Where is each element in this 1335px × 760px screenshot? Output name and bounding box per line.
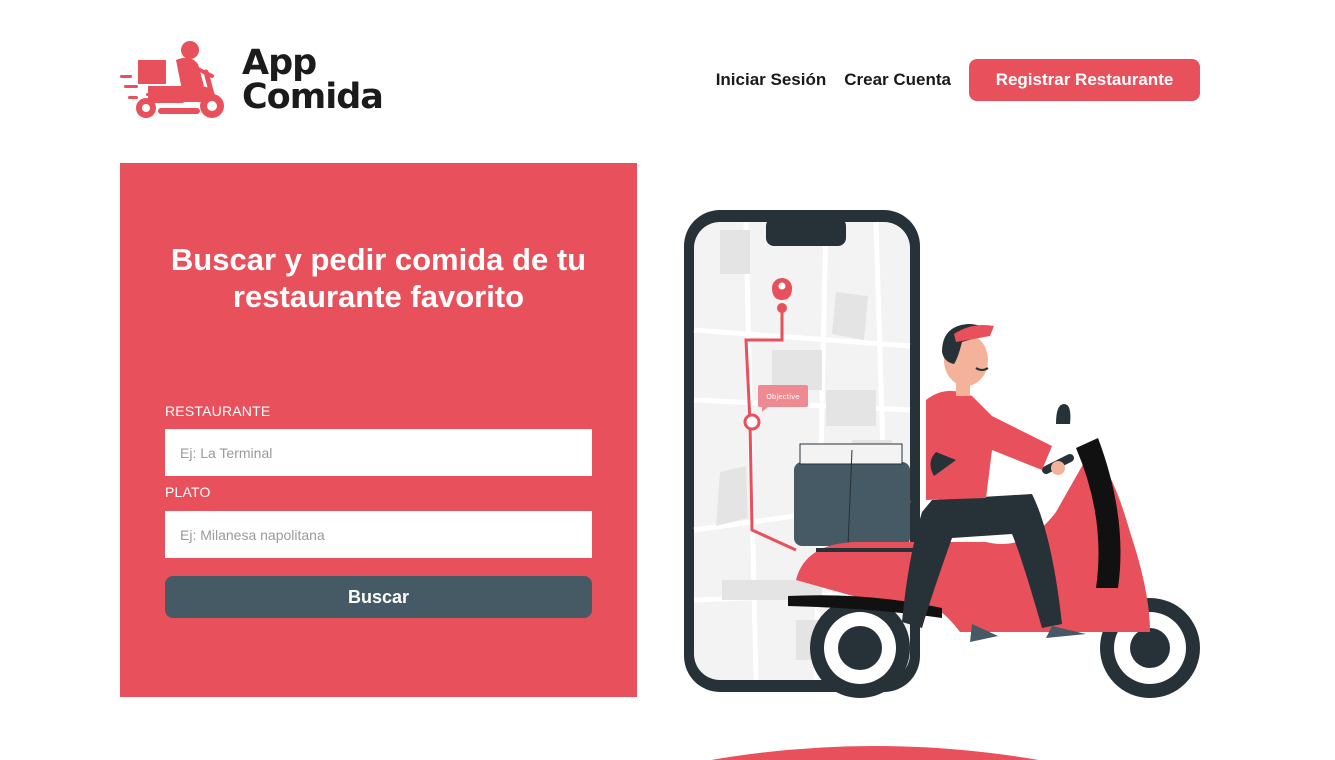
delivery-scooter-icon xyxy=(120,41,224,118)
restaurant-label: RESTAURANTE xyxy=(165,403,271,419)
search-button[interactable]: Buscar xyxy=(165,576,592,618)
delivery-man-scooter-phone-illustration: Objective xyxy=(684,210,1200,698)
brand-name-line1: App xyxy=(242,43,317,83)
map-objective-label: Objective xyxy=(766,393,799,401)
bottom-wave-decoration xyxy=(711,746,1039,760)
signup-link[interactable]: Crear Cuenta xyxy=(844,70,951,90)
main-nav: Iniciar Sesión Crear Cuenta Registrar Re… xyxy=(716,59,1200,101)
brand-name-line2: Comida xyxy=(242,77,384,117)
login-link[interactable]: Iniciar Sesión xyxy=(716,70,827,90)
dish-input[interactable] xyxy=(165,511,592,558)
search-panel: Buscar y pedir comida de tu restaurante … xyxy=(120,163,637,697)
register-restaurant-button[interactable]: Registrar Restaurante xyxy=(969,59,1200,101)
brand-logo[interactable]: App Comida xyxy=(118,38,398,122)
restaurant-input[interactable] xyxy=(165,429,592,476)
dish-label: PLATO xyxy=(165,484,211,500)
search-panel-title: Buscar y pedir comida de tu restaurante … xyxy=(170,242,587,314)
site-header: App Comida Iniciar Sesión Crear Cuenta R… xyxy=(0,0,1335,130)
brand-name: App Comida xyxy=(242,43,384,117)
